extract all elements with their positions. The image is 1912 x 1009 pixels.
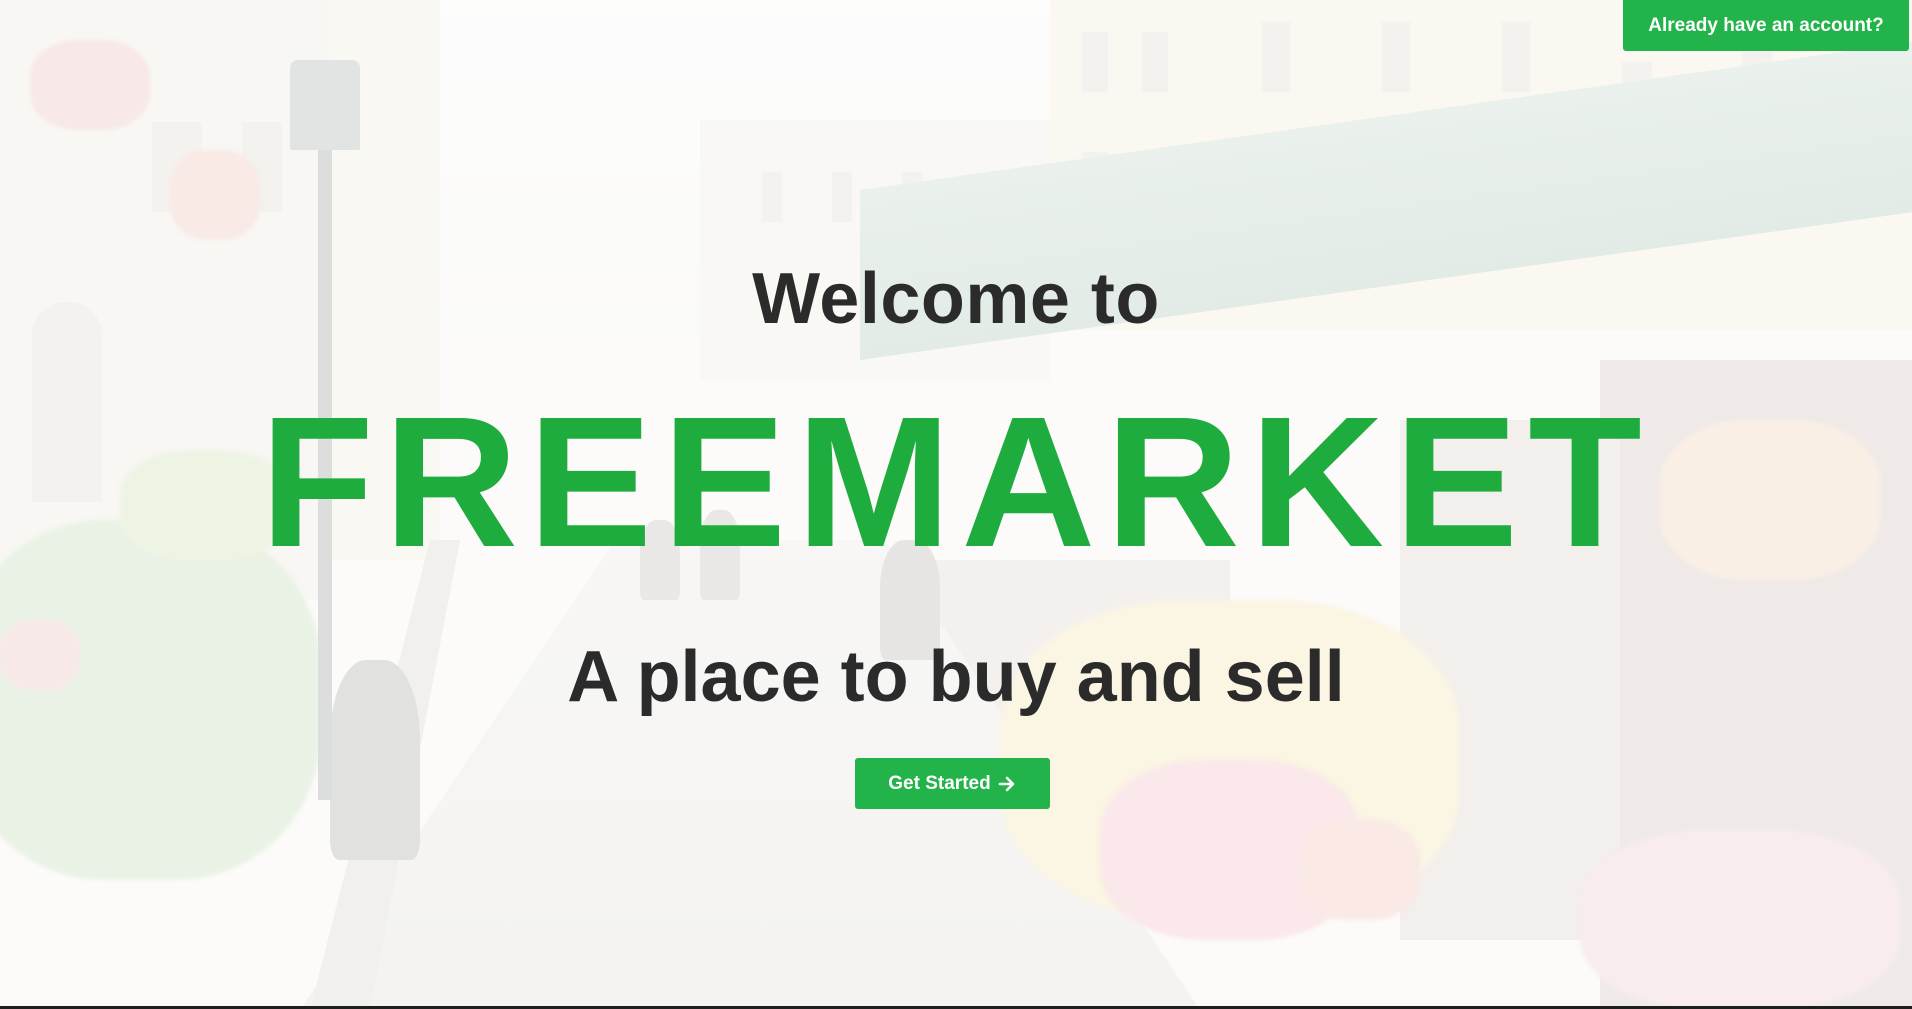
welcome-heading: Welcome to [752,259,1160,339]
arrow-right-icon [997,774,1017,794]
signin-button[interactable]: Already have an account? [1623,0,1909,51]
brand-title: FREEMARKET [260,379,1652,586]
get-started-label: Get Started [888,772,991,794]
hero-section: Already have an account? Welcome to FREE… [0,0,1912,1009]
get-started-button[interactable]: Get Started [855,758,1050,809]
hero-content: Already have an account? Welcome to FREE… [0,0,1912,1009]
tagline: A place to buy and sell [567,637,1345,717]
